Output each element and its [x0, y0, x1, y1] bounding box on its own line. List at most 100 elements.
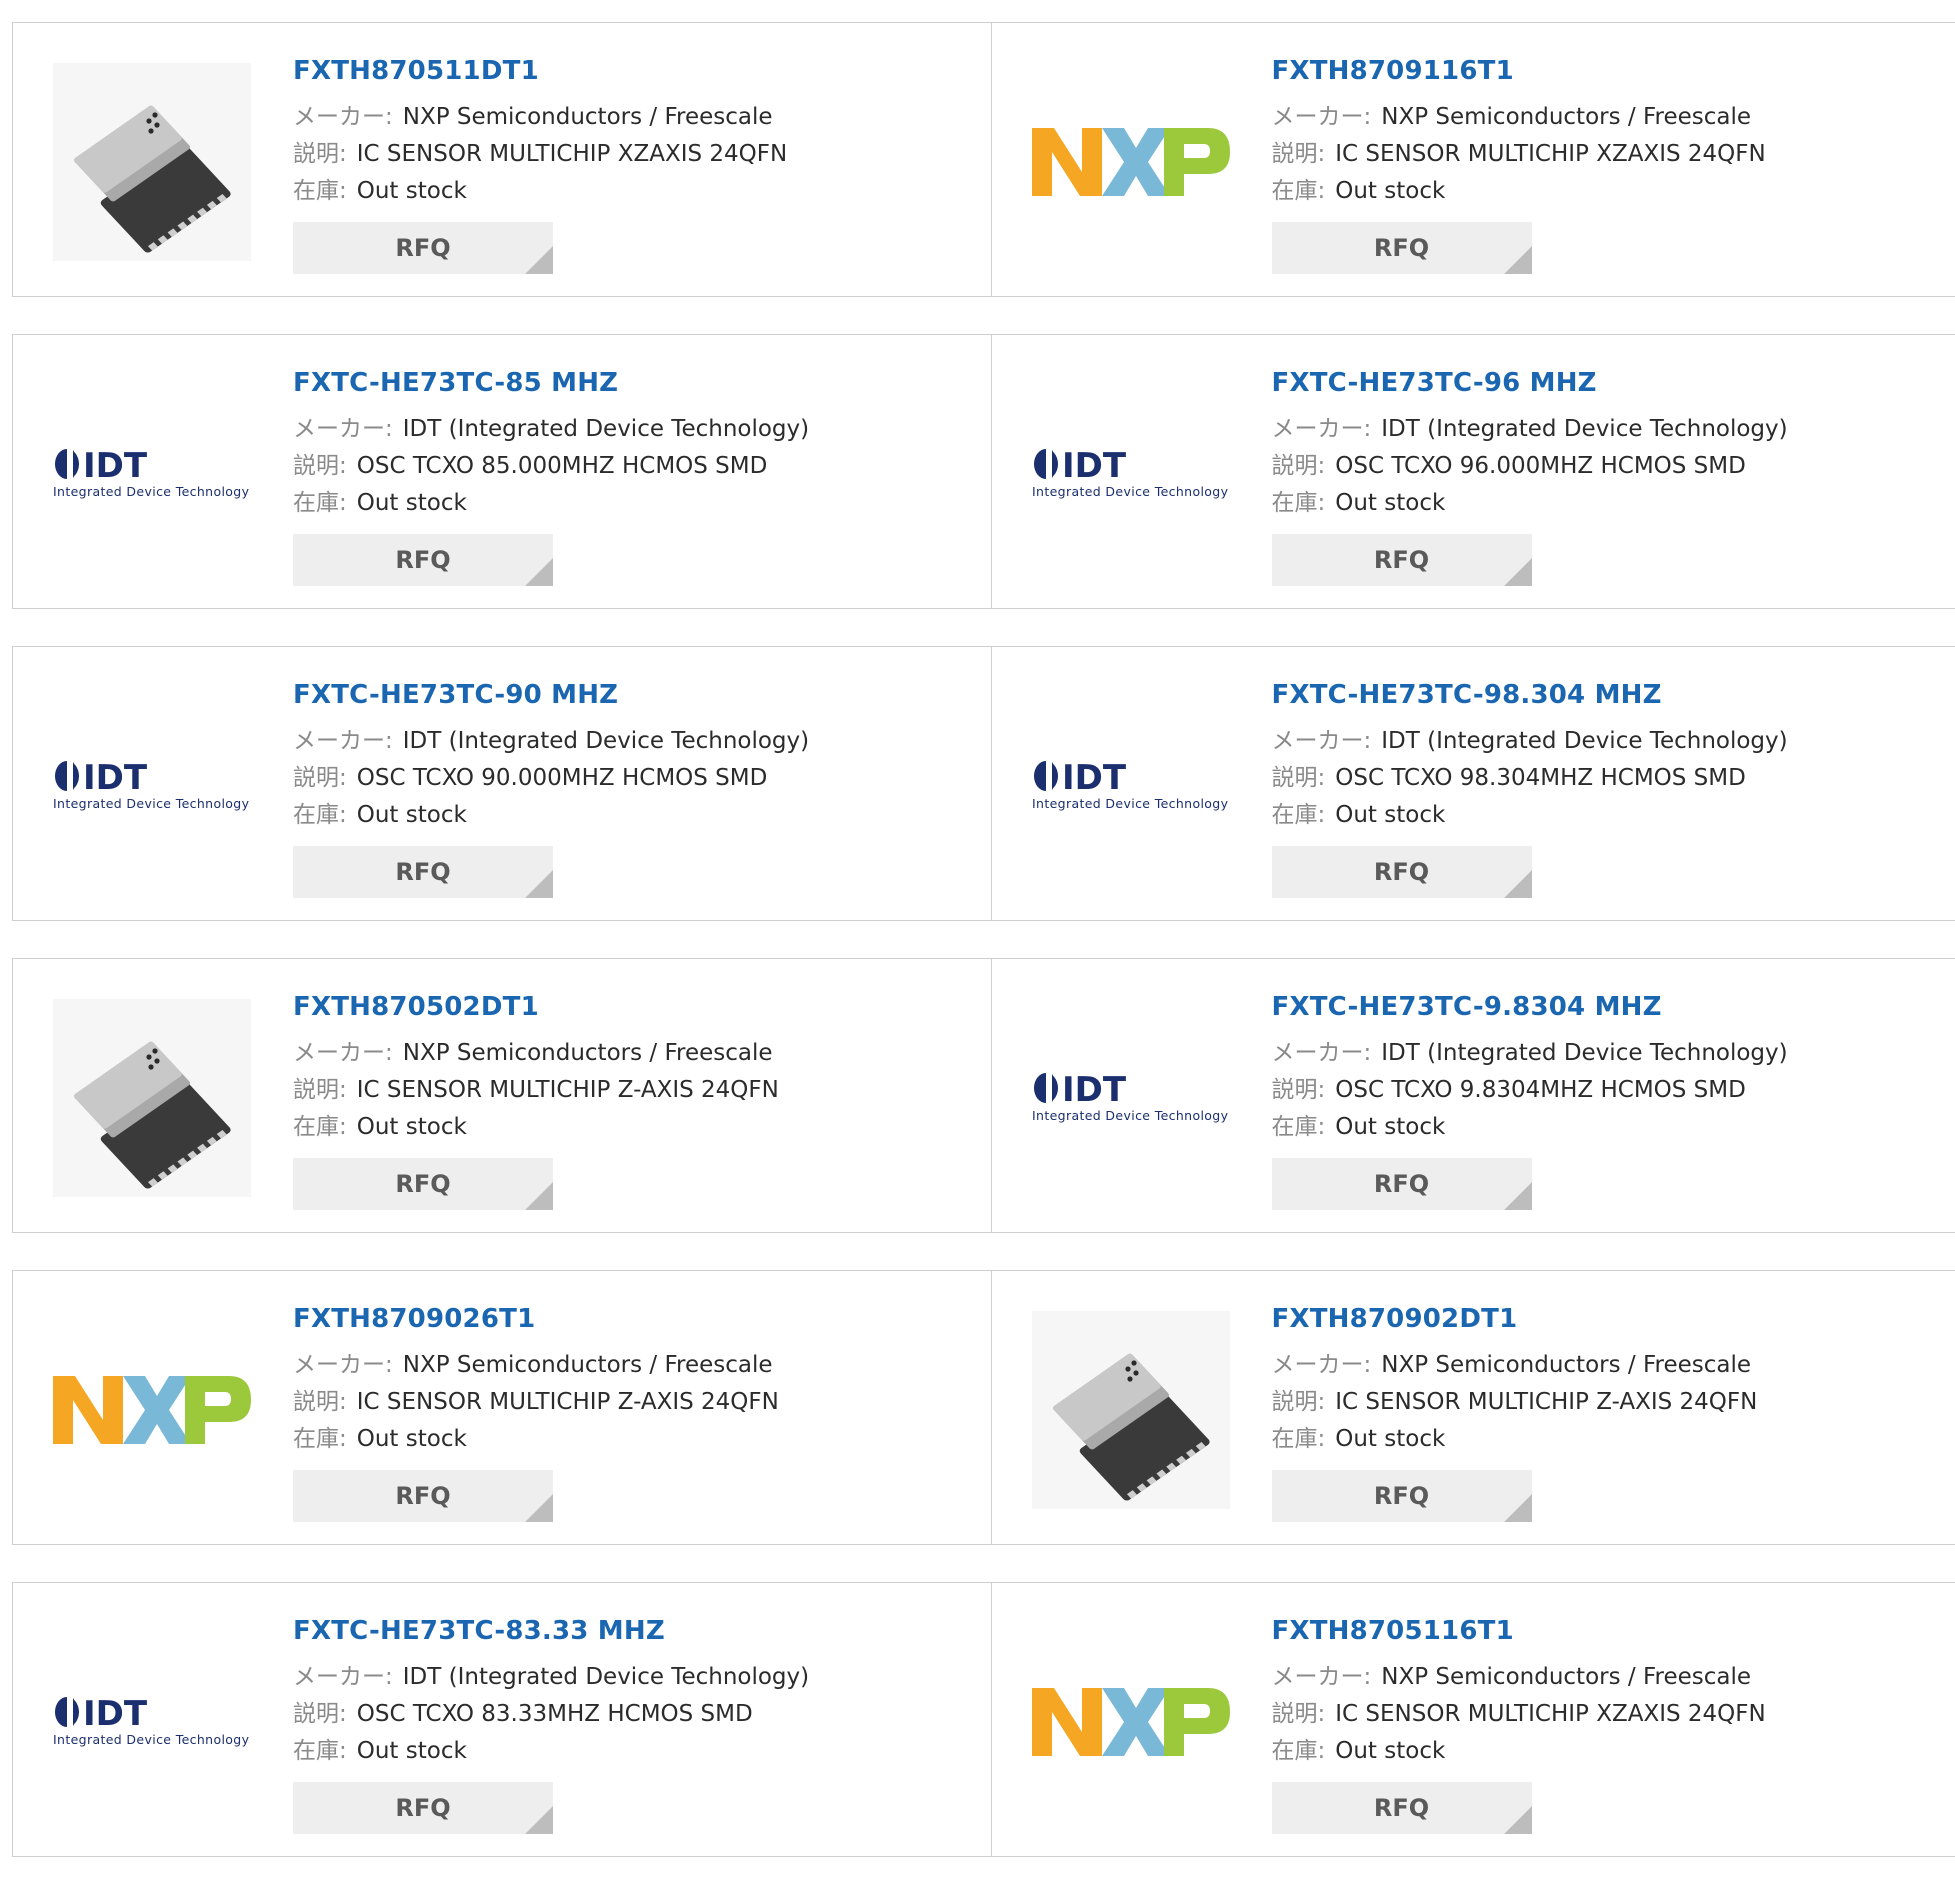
- desc-label: 説明:: [1272, 765, 1326, 791]
- product-image[interactable]: [53, 63, 251, 261]
- desc-label: 説明:: [293, 765, 347, 791]
- corner-icon: [1504, 1806, 1532, 1834]
- product-image[interactable]: [53, 1311, 251, 1509]
- product-card: FXTH8705116T1 メーカー: NXP Semiconductors / …: [991, 1583, 1955, 1856]
- product-image[interactable]: IDT Integrated Device Technology: [53, 1623, 251, 1821]
- stock-value: Out stock: [1335, 1114, 1445, 1140]
- svg-text:IDT: IDT: [1062, 1070, 1127, 1110]
- idt-logo-icon: IDT Integrated Device Technology: [1032, 1068, 1230, 1128]
- corner-icon: [525, 1494, 553, 1522]
- rfq-button[interactable]: RFQ: [1272, 1158, 1532, 1210]
- part-number-link[interactable]: FXTH870502DT1: [293, 989, 779, 1025]
- part-number-link[interactable]: FXTC-HE73TC-90 MHZ: [293, 677, 809, 713]
- idt-logo-icon: IDT Integrated Device Technology: [1032, 444, 1230, 504]
- rfq-button[interactable]: RFQ: [1272, 1470, 1532, 1522]
- part-number-link[interactable]: FXTC-HE73TC-98.304 MHZ: [1272, 677, 1788, 713]
- part-number-link[interactable]: FXTC-HE73TC-85 MHZ: [293, 365, 809, 401]
- part-number-link[interactable]: FXTH870902DT1: [1272, 1301, 1758, 1337]
- chip-icon: [53, 999, 251, 1197]
- maker-value: NXP Semiconductors / Freescale: [1381, 1664, 1751, 1690]
- part-number-link[interactable]: FXTH870511DT1: [293, 53, 787, 89]
- svg-text:Integrated Device Technology: Integrated Device Technology: [53, 796, 250, 811]
- maker-value: NXP Semiconductors / Freescale: [403, 1040, 773, 1066]
- nxp-logo-icon: [1032, 1682, 1230, 1762]
- desc-value: IC SENSOR MULTICHIP Z-AXIS 24QFN: [357, 1389, 779, 1415]
- desc-label: 説明:: [293, 141, 347, 167]
- svg-text:IDT: IDT: [83, 758, 148, 798]
- maker-label: メーカー:: [1272, 1040, 1372, 1066]
- stock-value: Out stock: [357, 1738, 467, 1764]
- svg-text:IDT: IDT: [83, 446, 148, 486]
- rfq-button[interactable]: RFQ: [1272, 534, 1532, 586]
- rfq-button[interactable]: RFQ: [293, 846, 553, 898]
- product-grid: FXTH870511DT1 メーカー: NXP Semiconductors / …: [12, 22, 1955, 1894]
- rfq-button[interactable]: RFQ: [293, 222, 553, 274]
- desc-label: 説明:: [293, 453, 347, 479]
- maker-label: メーカー:: [293, 104, 393, 130]
- maker-label: メーカー:: [293, 416, 393, 442]
- stock-label: 在庫:: [293, 1426, 347, 1452]
- desc-label: 説明:: [1272, 1701, 1326, 1727]
- rfq-button[interactable]: RFQ: [1272, 222, 1532, 274]
- desc-label: 説明:: [1272, 1077, 1326, 1103]
- product-image[interactable]: IDT Integrated Device Technology: [53, 687, 251, 885]
- product-image[interactable]: [1032, 1623, 1230, 1821]
- chip-icon: [53, 63, 251, 261]
- maker-label: メーカー:: [1272, 728, 1372, 754]
- stock-value: Out stock: [1335, 490, 1445, 516]
- stock-value: Out stock: [1335, 1738, 1445, 1764]
- rfq-button[interactable]: RFQ: [293, 1782, 553, 1834]
- part-number-link[interactable]: FXTH8709116T1: [1272, 53, 1766, 89]
- product-card: IDT Integrated Device Technology FXTC-HE…: [13, 1583, 991, 1856]
- desc-label: 説明:: [1272, 141, 1326, 167]
- part-number-link[interactable]: FXTH8705116T1: [1272, 1613, 1766, 1649]
- product-card: FXTH870502DT1 メーカー:NXP Semiconductors / …: [13, 959, 991, 1232]
- product-image[interactable]: [1032, 63, 1230, 261]
- corner-icon: [1504, 1182, 1532, 1210]
- svg-text:Integrated Device Technology: Integrated Device Technology: [1032, 796, 1229, 811]
- stock-label: 在庫:: [293, 490, 347, 516]
- rfq-button[interactable]: RFQ: [293, 534, 553, 586]
- maker-value: IDT (Integrated Device Technology): [1381, 416, 1787, 442]
- product-card: IDT Integrated Device Technology FXTC-HE…: [13, 335, 991, 608]
- product-card: FXTH870902DT1 メーカー:NXP Semiconductors / …: [991, 1271, 1955, 1544]
- part-number-link[interactable]: FXTC-HE73TC-96 MHZ: [1272, 365, 1788, 401]
- maker-label: メーカー:: [1272, 1664, 1372, 1690]
- product-card: IDT Integrated Device Technology FXTC-HE…: [991, 959, 1955, 1232]
- product-row: IDT Integrated Device Technology FXTC-HE…: [12, 646, 1955, 921]
- svg-text:Integrated Device Technology: Integrated Device Technology: [1032, 1108, 1229, 1123]
- svg-text:IDT: IDT: [83, 1694, 148, 1734]
- stock-value: Out stock: [1335, 1426, 1445, 1452]
- maker-value: NXP Semiconductors / Freescale: [1381, 1352, 1751, 1378]
- product-row: FXTH8709026T1 メーカー:NXP Semiconductors / …: [12, 1270, 1955, 1545]
- stock-value: Out stock: [1335, 802, 1445, 828]
- part-number-link[interactable]: FXTC-HE73TC-83.33 MHZ: [293, 1613, 809, 1649]
- corner-icon: [1504, 246, 1532, 274]
- idt-logo-icon: IDT Integrated Device Technology: [53, 1692, 251, 1752]
- product-row: IDT Integrated Device Technology FXTC-HE…: [12, 334, 1955, 609]
- idt-logo-icon: IDT Integrated Device Technology: [1032, 756, 1230, 816]
- stock-value: Out stock: [1335, 178, 1445, 204]
- rfq-button[interactable]: RFQ: [293, 1158, 553, 1210]
- product-card: IDT Integrated Device Technology FXTC-HE…: [13, 647, 991, 920]
- maker-value: NXP Semiconductors / Freescale: [403, 104, 773, 130]
- product-image[interactable]: IDT Integrated Device Technology: [53, 375, 251, 573]
- idt-logo-icon: IDT Integrated Device Technology: [53, 756, 251, 816]
- product-image[interactable]: [1032, 1311, 1230, 1509]
- product-image[interactable]: IDT Integrated Device Technology: [1032, 999, 1230, 1197]
- part-number-link[interactable]: FXTH8709026T1: [293, 1301, 779, 1337]
- desc-value: IC SENSOR MULTICHIP XZAXIS 24QFN: [1335, 141, 1765, 167]
- stock-label: 在庫:: [293, 178, 347, 204]
- rfq-button[interactable]: RFQ: [293, 1470, 553, 1522]
- product-image[interactable]: [53, 999, 251, 1197]
- part-number-link[interactable]: FXTC-HE73TC-9.8304 MHZ: [1272, 989, 1788, 1025]
- svg-text:IDT: IDT: [1062, 446, 1127, 486]
- desc-value: IC SENSOR MULTICHIP Z-AXIS 24QFN: [1335, 1389, 1757, 1415]
- maker-value: IDT (Integrated Device Technology): [403, 1664, 809, 1690]
- stock-label: 在庫:: [1272, 1114, 1326, 1140]
- rfq-button[interactable]: RFQ: [1272, 1782, 1532, 1834]
- product-image[interactable]: IDT Integrated Device Technology: [1032, 687, 1230, 885]
- maker-value: IDT (Integrated Device Technology): [403, 728, 809, 754]
- rfq-button[interactable]: RFQ: [1272, 846, 1532, 898]
- product-image[interactable]: IDT Integrated Device Technology: [1032, 375, 1230, 573]
